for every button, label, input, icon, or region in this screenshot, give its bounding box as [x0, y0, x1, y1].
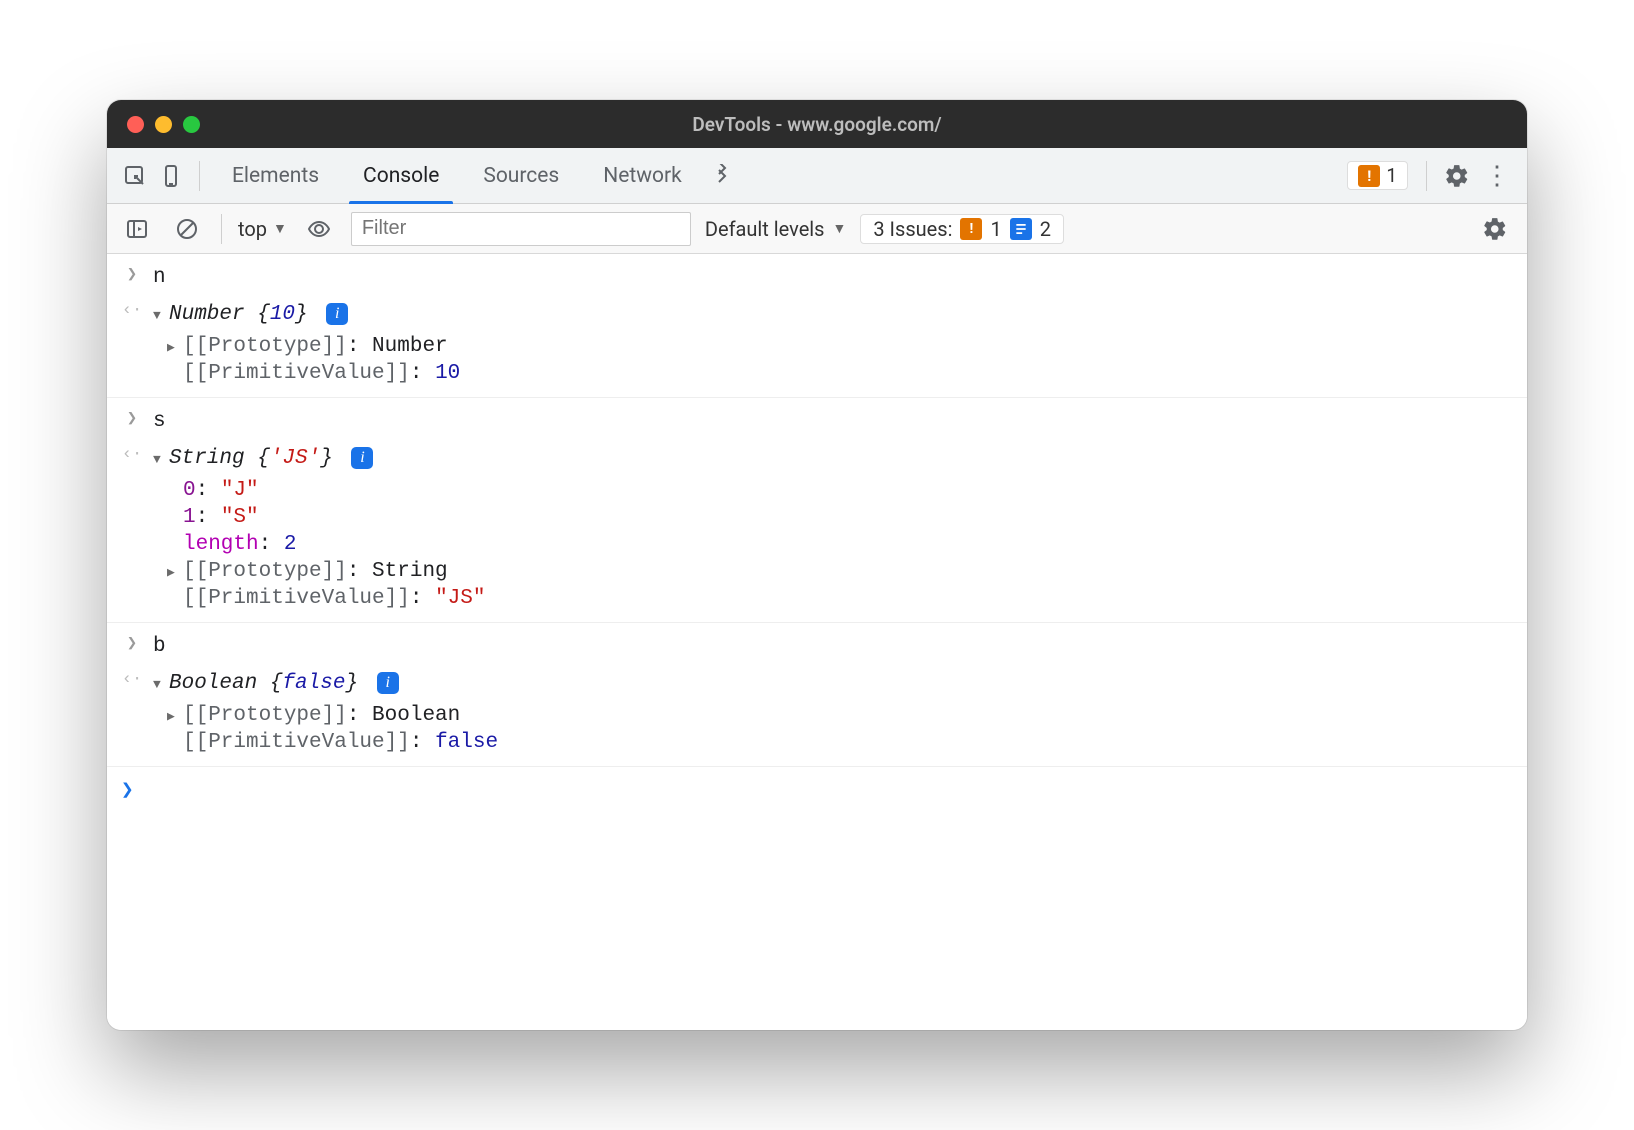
object-property[interactable]: [[Prototype]]: Boolean — [167, 702, 1527, 729]
expand-toggle-icon[interactable] — [153, 443, 169, 476]
window-title: DevTools - www.google.com/ — [107, 113, 1527, 136]
divider — [1426, 161, 1427, 191]
more-tabs-icon[interactable] — [704, 158, 740, 194]
issues-info-count: 2 — [1040, 217, 1051, 241]
expand-toggle-icon[interactable] — [167, 335, 183, 358]
divider — [221, 214, 222, 244]
object-property[interactable]: 0: "J" — [167, 477, 1527, 504]
object-properties: [[Prototype]]: Number[[PrimitiveValue]]:… — [107, 333, 1527, 387]
object-property[interactable]: [[Prototype]]: String — [167, 558, 1527, 585]
devtools-window: DevTools - www.google.com/ Elements Cons… — [107, 100, 1527, 1030]
divider — [199, 161, 200, 191]
live-expression-icon[interactable] — [301, 211, 337, 247]
window-controls — [107, 116, 200, 133]
execution-context-selector[interactable]: top ▼ — [238, 217, 287, 241]
object-summary[interactable]: Number {10} i — [153, 299, 1513, 332]
tab-network[interactable]: Network — [581, 148, 704, 203]
minimize-window-button[interactable] — [155, 116, 172, 133]
log-levels-selector[interactable]: Default levels ▼ — [705, 217, 847, 241]
output-marker-icon: ‹· — [121, 668, 143, 689]
kebab-menu-icon[interactable]: ⋮ — [1477, 156, 1517, 196]
console-toolbar: top ▼ Default levels ▼ 3 Issues: ! 1 2 — [107, 204, 1527, 254]
tab-sources[interactable]: Sources — [461, 148, 581, 203]
tab-elements[interactable]: Elements — [210, 148, 341, 203]
chevron-down-icon: ▼ — [273, 220, 287, 237]
panel-tabs: Elements Console Sources Network — [210, 148, 704, 203]
panel-tabstrip: Elements Console Sources Network ! 1 ⋮ — [107, 148, 1527, 204]
context-label: top — [238, 217, 267, 241]
object-property[interactable]: [[Prototype]]: Number — [167, 333, 1527, 360]
expand-toggle-icon[interactable] — [167, 560, 183, 583]
console-entry: ❯ n ‹· Number {10} i[[Prototype]]: Number[[… — [107, 254, 1527, 398]
settings-icon[interactable] — [1437, 156, 1477, 196]
object-property[interactable]: length: 2 — [167, 531, 1527, 558]
clear-console-icon[interactable] — [169, 211, 205, 247]
levels-label: Default levels — [705, 217, 825, 241]
device-toolbar-icon[interactable] — [153, 158, 189, 194]
info-badge-icon[interactable]: i — [326, 303, 348, 325]
object-property[interactable]: [[PrimitiveValue]]: "JS" — [167, 585, 1527, 612]
issues-warn-count: 1 — [990, 217, 1001, 241]
input-marker-icon: ❯ — [121, 262, 143, 285]
console-prompt[interactable]: ❯ — [107, 767, 1527, 813]
warning-icon: ! — [1358, 165, 1380, 187]
expand-toggle-icon[interactable] — [167, 704, 183, 727]
titlebar: DevTools - www.google.com/ — [107, 100, 1527, 148]
object-property[interactable]: [[PrimitiveValue]]: 10 — [167, 360, 1527, 387]
issues-counter[interactable]: 3 Issues: ! 1 2 — [860, 214, 1064, 244]
expand-toggle-icon[interactable] — [153, 299, 169, 332]
filter-input[interactable] — [351, 212, 691, 246]
input-marker-icon: ❯ — [121, 631, 143, 654]
sidebar-toggle-icon[interactable] — [119, 211, 155, 247]
warnings-badge[interactable]: ! 1 — [1347, 161, 1408, 190]
tab-console[interactable]: Console — [341, 148, 461, 203]
object-summary[interactable]: String {'JS'} i — [153, 443, 1513, 476]
info-badge-icon[interactable]: i — [351, 447, 373, 469]
warning-icon: ! — [960, 218, 982, 240]
info-icon — [1010, 218, 1032, 240]
console-entry: ❯ s ‹· String {'JS'} i0: "J"1: "S"length: 2… — [107, 398, 1527, 623]
object-properties: [[Prototype]]: Boolean[[PrimitiveValue]]… — [107, 702, 1527, 756]
input-marker-icon: ❯ — [121, 406, 143, 429]
output-marker-icon: ‹· — [121, 299, 143, 320]
output-marker-icon: ‹· — [121, 443, 143, 464]
close-window-button[interactable] — [127, 116, 144, 133]
info-badge-icon[interactable]: i — [377, 672, 399, 694]
expand-toggle-icon[interactable] — [153, 668, 169, 701]
console-input-text: s — [153, 406, 1513, 439]
console-input-text: b — [153, 631, 1513, 664]
issues-label: 3 Issues: — [873, 217, 952, 241]
console-output[interactable]: ❯n‹·Number {10} i[[Prototype]]: Number[[… — [107, 254, 1527, 1030]
console-settings-icon[interactable] — [1475, 209, 1515, 249]
prompt-caret-icon: ❯ — [121, 780, 134, 803]
object-property[interactable]: [[PrimitiveValue]]: false — [167, 729, 1527, 756]
console-entry: ❯ b ‹· Boolean {false} i[[Prototype]]: Bool… — [107, 623, 1527, 767]
inspect-element-icon[interactable] — [117, 158, 153, 194]
object-property[interactable]: 1: "S" — [167, 504, 1527, 531]
console-input-text: n — [153, 262, 1513, 295]
chevron-down-icon: ▼ — [833, 220, 847, 237]
zoom-window-button[interactable] — [183, 116, 200, 133]
object-properties: 0: "J"1: "S"length: 2[[Prototype]]: Stri… — [107, 477, 1527, 612]
object-summary[interactable]: Boolean {false} i — [153, 668, 1513, 701]
warning-count: 1 — [1386, 164, 1397, 187]
